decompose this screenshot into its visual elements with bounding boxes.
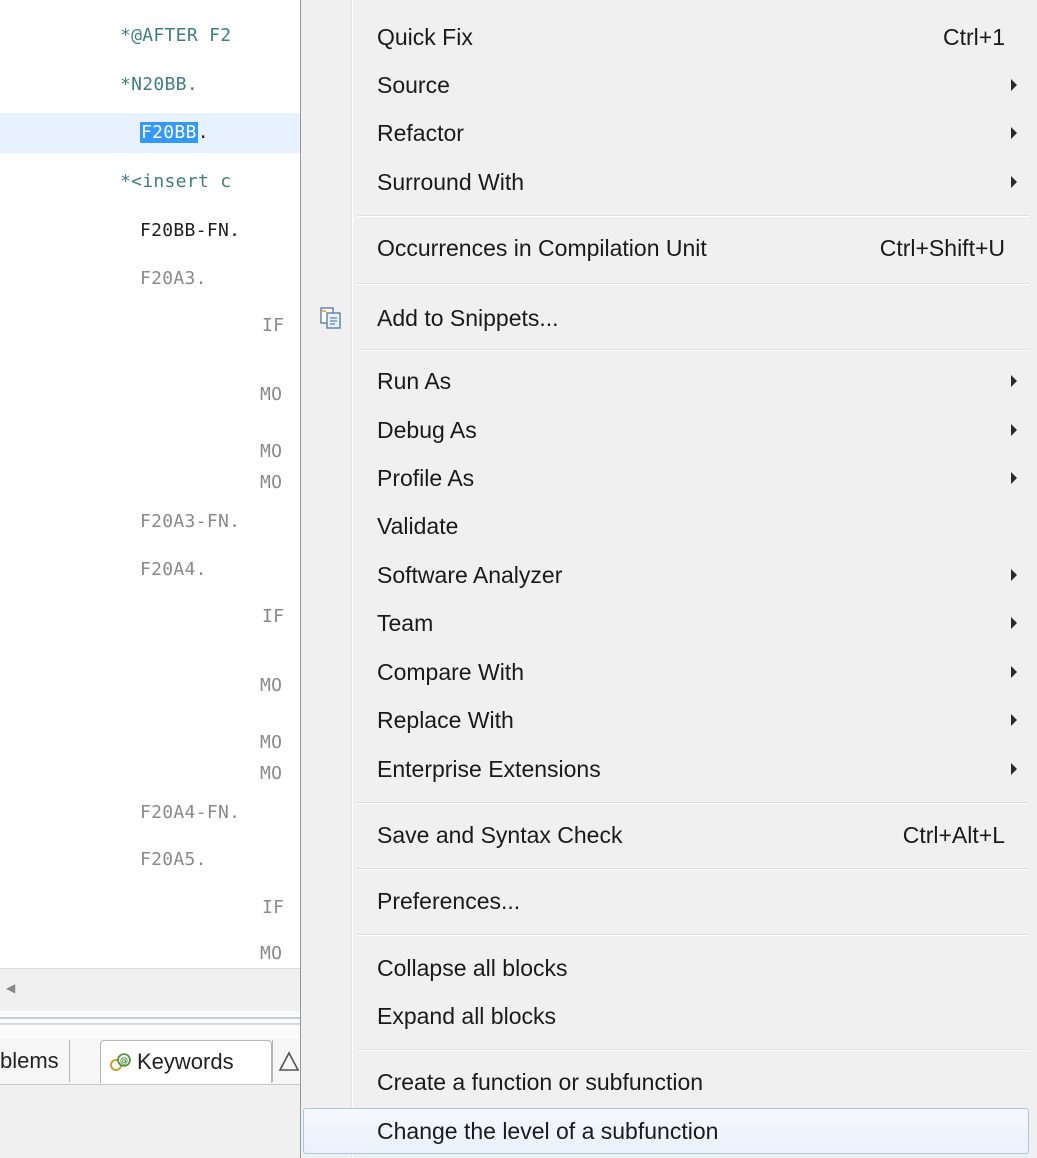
tab-problems-label: blems bbox=[0, 1048, 59, 1073]
code-line: *@AFTER F2 bbox=[120, 25, 232, 46]
submenu-arrow-icon bbox=[1011, 763, 1017, 775]
code-line: F20A3. bbox=[140, 268, 207, 289]
submenu-arrow-icon bbox=[1011, 127, 1017, 139]
menu-item-label: Run As bbox=[377, 368, 452, 394]
menu-item-label: Team bbox=[377, 610, 434, 636]
menu-item-change-subfunction-level[interactable]: Change the level of a subfunction bbox=[303, 1108, 1029, 1154]
code-line: MO bbox=[260, 943, 283, 964]
menu-item-label: Create a function or subfunction bbox=[377, 1069, 704, 1095]
menu-item-shortcut: Ctrl+1 bbox=[943, 24, 1005, 50]
code-line: *<insert c bbox=[120, 171, 232, 192]
code-line-suffix: . bbox=[197, 122, 209, 143]
tab-keywords-label: Keywords bbox=[137, 1049, 234, 1074]
menu-item-label: Compare With bbox=[377, 659, 524, 685]
menu-item-label: Quick Fix bbox=[377, 24, 473, 50]
menu-separator bbox=[357, 802, 1029, 804]
code-line: F20A4. bbox=[140, 559, 207, 580]
menu-item-shortcut: Ctrl+Alt+L bbox=[902, 822, 1005, 848]
code-line: IF bbox=[262, 315, 285, 336]
menu-item-refactor[interactable]: Refactor bbox=[303, 111, 1029, 155]
menu-item-label: Profile As bbox=[377, 465, 475, 491]
menu-item-label: Debug As bbox=[377, 417, 477, 443]
menu-item-label: Preferences... bbox=[377, 888, 521, 914]
current-line-highlight[interactable]: F20BB. bbox=[0, 113, 300, 153]
menu-item-label: Refactor bbox=[377, 120, 464, 146]
code-line: F20A4-FN. bbox=[140, 802, 241, 823]
menu-item-validate[interactable]: Validate bbox=[303, 504, 1029, 548]
menu-separator bbox=[357, 868, 1029, 870]
menu-item-collapse-all-blocks[interactable]: Collapse all blocks bbox=[303, 946, 1029, 990]
submenu-arrow-icon bbox=[1011, 472, 1017, 484]
menu-item-label: Add to Snippets... bbox=[377, 305, 559, 331]
code-editor[interactable]: *@AFTER F2 *N20BB. F20BB. *<insert c F20… bbox=[0, 0, 300, 968]
menu-item-label: Replace With bbox=[377, 707, 514, 733]
menu-item-label: Source bbox=[377, 72, 450, 98]
menu-item-label: Change the level of a subfunction bbox=[377, 1118, 719, 1144]
menu-item-replace-with[interactable]: Replace With bbox=[303, 698, 1029, 742]
menu-item-label: Validate bbox=[377, 513, 459, 539]
menu-item-profile-as[interactable]: Profile As bbox=[303, 456, 1029, 500]
tab-keywords[interactable]: @ Keywords bbox=[100, 1040, 272, 1083]
menu-item-label: Expand all blocks bbox=[377, 1003, 556, 1029]
svg-text:@: @ bbox=[120, 1056, 128, 1065]
menu-item-label: Save and Syntax Check bbox=[377, 822, 623, 848]
submenu-arrow-icon bbox=[1011, 569, 1017, 581]
snippet-icon bbox=[320, 307, 341, 329]
menu-separator bbox=[357, 349, 1029, 351]
menu-separator bbox=[357, 934, 1029, 936]
menu-item-surround-with[interactable]: Surround With bbox=[303, 160, 1029, 204]
code-line: F20BB-FN. bbox=[140, 220, 241, 241]
code-line: *N20BB. bbox=[120, 74, 198, 95]
panel-divider bbox=[0, 1011, 300, 1037]
menu-separator bbox=[357, 283, 1029, 285]
menu-item-label: Occurrences in Compilation Unit bbox=[377, 235, 707, 261]
menu-item-occurrences[interactable]: Occurrences in Compilation Unit Ctrl+Shi… bbox=[303, 226, 1029, 270]
code-line: F20A5. bbox=[140, 849, 207, 870]
keywords-icon: @ bbox=[110, 1053, 131, 1071]
menu-item-create-function[interactable]: Create a function or subfunction bbox=[303, 1060, 1029, 1104]
code-line: IF bbox=[262, 606, 285, 627]
horizontal-scrollbar[interactable]: ◀ bbox=[0, 968, 300, 1012]
menu-item-label: Software Analyzer bbox=[377, 562, 563, 588]
menu-item-team[interactable]: Team bbox=[303, 601, 1029, 645]
bottom-panel-tabs: blems @ Keywords bbox=[0, 1038, 300, 1085]
tab-problems[interactable]: blems bbox=[0, 1040, 70, 1082]
menu-item-shortcut: Ctrl+Shift+U bbox=[879, 235, 1005, 261]
menu-item-run-as[interactable]: Run As bbox=[303, 359, 1029, 403]
code-line: MO bbox=[260, 675, 283, 696]
menu-item-source[interactable]: Source bbox=[303, 63, 1029, 107]
submenu-arrow-icon bbox=[1011, 79, 1017, 91]
menu-item-add-to-snippets[interactable]: Add to Snippets... bbox=[303, 296, 1029, 340]
menu-separator bbox=[357, 215, 1029, 217]
menu-item-expand-all-blocks[interactable]: Expand all blocks bbox=[303, 994, 1029, 1038]
code-line: F20A3-FN. bbox=[140, 511, 241, 532]
menu-item-preferences[interactable]: Preferences... bbox=[303, 879, 1029, 923]
submenu-arrow-icon bbox=[1011, 714, 1017, 726]
tab-next[interactable] bbox=[272, 1040, 301, 1082]
submenu-arrow-icon bbox=[1011, 375, 1017, 387]
menu-item-quick-fix[interactable]: Quick Fix Ctrl+1 bbox=[303, 15, 1029, 59]
menu-separator bbox=[357, 1049, 1029, 1051]
code-line: MO bbox=[260, 763, 283, 784]
menu-item-debug-as[interactable]: Debug As bbox=[303, 408, 1029, 452]
menu-item-enterprise-extensions[interactable]: Enterprise Extensions bbox=[303, 747, 1029, 791]
submenu-arrow-icon bbox=[1011, 176, 1017, 188]
submenu-arrow-icon bbox=[1011, 617, 1017, 629]
selected-text[interactable]: F20BB bbox=[140, 122, 198, 143]
menu-item-label: Surround With bbox=[377, 169, 525, 195]
submenu-arrow-icon bbox=[1011, 424, 1017, 436]
code-line: MO bbox=[260, 384, 283, 405]
code-line: IF bbox=[262, 897, 285, 918]
menu-item-save-and-syntax-check[interactable]: Save and Syntax Check Ctrl+Alt+L bbox=[303, 813, 1029, 857]
menu-item-label: Enterprise Extensions bbox=[377, 756, 601, 782]
submenu-arrow-icon bbox=[1011, 666, 1017, 678]
code-line: MO bbox=[260, 472, 283, 493]
warning-icon bbox=[278, 1051, 300, 1071]
menu-item-software-analyzer[interactable]: Software Analyzer bbox=[303, 553, 1029, 597]
bottom-panel-content bbox=[0, 1085, 300, 1158]
context-menu: Quick Fix Ctrl+1 Source Refactor Surroun… bbox=[300, 0, 1037, 1158]
scroll-left-icon[interactable]: ◀ bbox=[6, 981, 15, 995]
menu-item-label: Collapse all blocks bbox=[377, 955, 568, 981]
menu-item-compare-with[interactable]: Compare With bbox=[303, 650, 1029, 694]
